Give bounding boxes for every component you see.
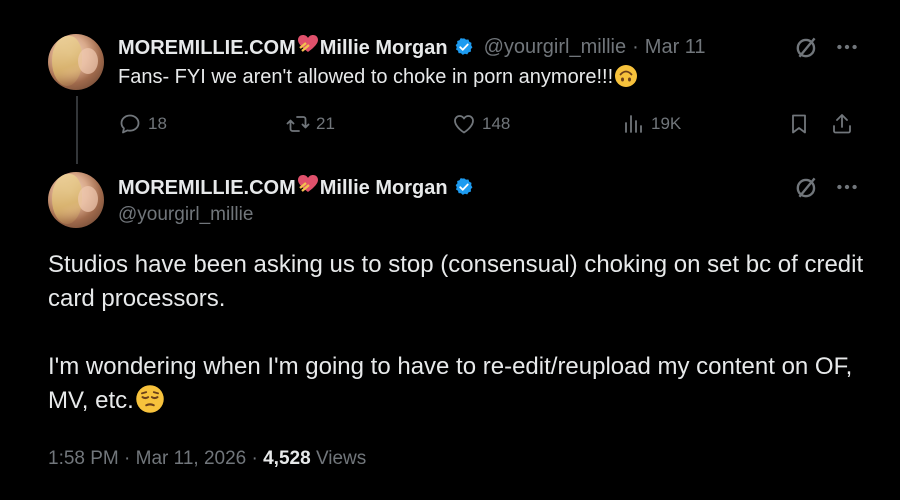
more-icon[interactable] bbox=[834, 34, 860, 60]
share-button[interactable] bbox=[830, 112, 860, 136]
bookmark-icon bbox=[792, 114, 806, 134]
more-icon[interactable] bbox=[834, 174, 860, 200]
tweet-date[interactable]: Mar 11, 2026 bbox=[136, 448, 247, 469]
views-count[interactable]: 4,528 bbox=[263, 448, 311, 469]
separator: · bbox=[632, 35, 639, 58]
tweet-thread: MOREMILLIE.COM Millie Morgan @yourgirl_mi… bbox=[0, 0, 900, 500]
views-icon bbox=[625, 115, 642, 133]
pensive-face-icon bbox=[135, 384, 165, 414]
display-name[interactable]: MOREMILLIE.COM Millie Morgan bbox=[118, 34, 448, 60]
tweet-actions: 18 21 148 19K bbox=[118, 112, 858, 140]
separator: · bbox=[251, 448, 258, 469]
repost-icon bbox=[286, 116, 310, 132]
tweet-paragraph: Studios have been asking us to stop (con… bbox=[48, 251, 864, 312]
heart-with-ribbon-icon bbox=[297, 174, 319, 200]
verified-badge-icon bbox=[454, 37, 474, 57]
views-count: 19K bbox=[651, 114, 682, 133]
reply-button[interactable]: 18 bbox=[118, 112, 167, 136]
verified-badge-icon bbox=[454, 177, 474, 197]
thread-connector-line bbox=[76, 96, 78, 164]
like-button[interactable]: 148 bbox=[452, 112, 510, 136]
avatar[interactable] bbox=[48, 172, 104, 228]
reply-count: 18 bbox=[148, 114, 167, 133]
display-name[interactable]: MOREMILLIE.COM Millie Morgan bbox=[118, 174, 448, 200]
like-count: 148 bbox=[482, 114, 511, 133]
main-tweet-text: Studios have been asking us to stop (con… bbox=[48, 248, 868, 418]
tweet-date[interactable]: Mar 11 bbox=[645, 36, 706, 59]
avatar[interactable] bbox=[48, 34, 104, 90]
views-label: Views bbox=[315, 448, 367, 469]
reply-tweet-text: Fans- FYI we aren't allowed to choke in … bbox=[118, 64, 638, 89]
tweet-header: MOREMILLIE.COM Millie Morgan bbox=[118, 174, 474, 200]
reply-icon bbox=[120, 114, 140, 134]
bookmark-button[interactable] bbox=[787, 112, 817, 136]
grok-icon[interactable] bbox=[794, 34, 820, 60]
tweet-header: MOREMILLIE.COM Millie Morgan @yourgirl_mi… bbox=[118, 34, 706, 60]
views-button[interactable]: 19K bbox=[621, 112, 681, 136]
separator: · bbox=[124, 448, 131, 469]
handle[interactable]: @yourgirl_millie bbox=[118, 204, 253, 226]
grok-icon[interactable] bbox=[794, 174, 820, 200]
tweet-time[interactable]: 1:58 PM bbox=[48, 448, 119, 469]
share-icon bbox=[833, 114, 851, 134]
repost-count: 21 bbox=[316, 114, 335, 133]
heart-with-ribbon-icon bbox=[297, 34, 319, 60]
upside-down-face-icon bbox=[614, 64, 638, 88]
like-icon bbox=[454, 115, 474, 134]
handle[interactable]: @yourgirl_millie bbox=[484, 36, 627, 59]
repost-button[interactable]: 21 bbox=[286, 112, 335, 136]
tweet-meta: 1:58 PM · Mar 11, 2026 · 4,528 Views bbox=[48, 448, 366, 470]
tweet-paragraph: I'm wondering when I'm going to have to … bbox=[48, 353, 853, 414]
